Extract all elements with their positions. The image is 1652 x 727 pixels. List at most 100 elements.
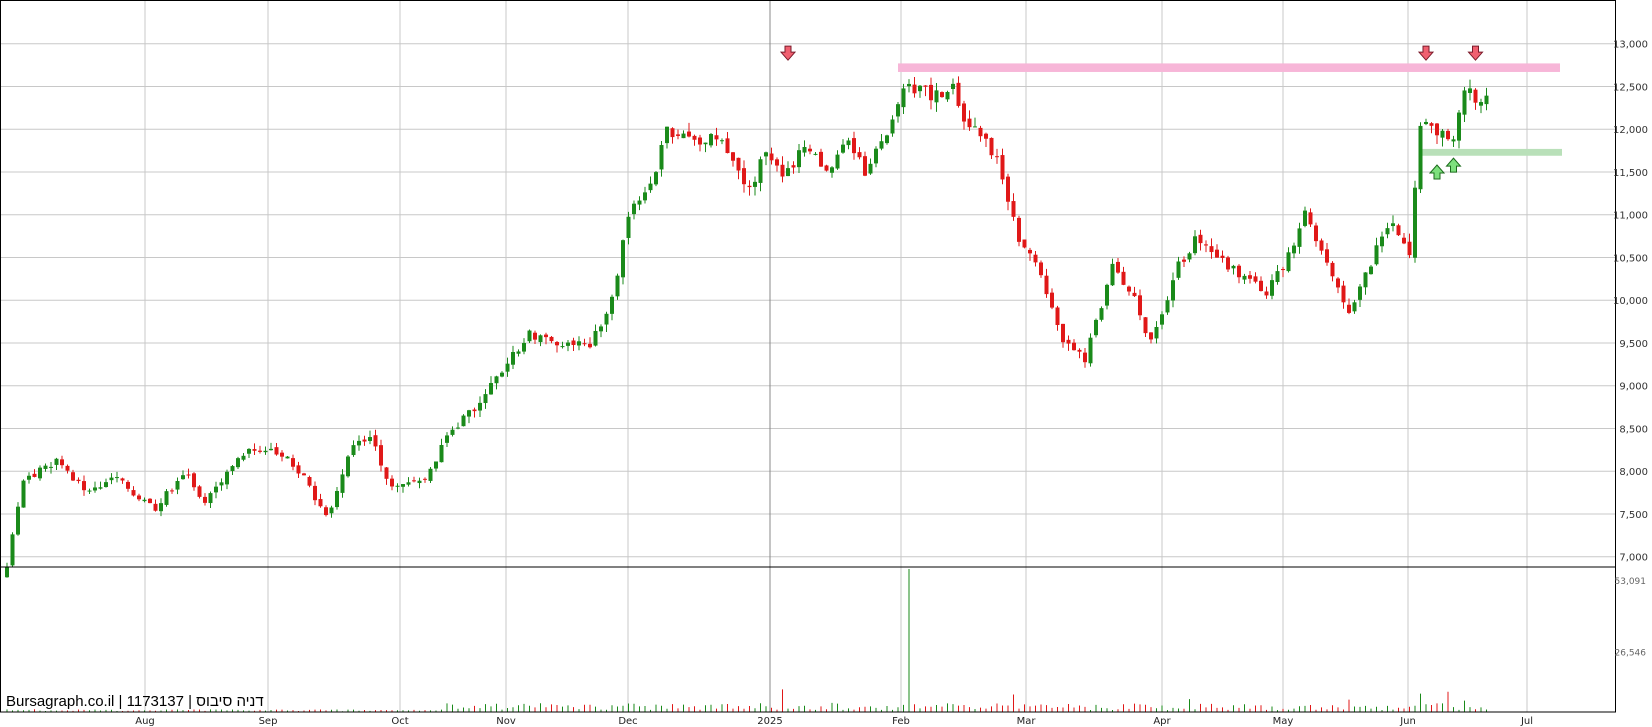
x-tick-label: Jul xyxy=(1520,716,1533,727)
candle-body xyxy=(885,135,889,144)
candle-body xyxy=(1132,292,1137,297)
candle-body xyxy=(984,133,988,139)
candle-body xyxy=(1325,249,1329,263)
y-tick-label: 10,000 xyxy=(1613,296,1648,307)
candle-body xyxy=(494,376,499,384)
candle-body xyxy=(247,448,251,454)
candle-body xyxy=(890,119,895,134)
candle-body xyxy=(461,415,466,427)
candle-body xyxy=(676,134,680,136)
candle-body xyxy=(131,490,136,496)
candle-body xyxy=(307,477,312,486)
candle-body xyxy=(38,467,42,479)
candle-body xyxy=(1110,263,1115,286)
x-tick-label: Nov xyxy=(496,716,516,727)
candle-body xyxy=(621,240,625,278)
candle-body xyxy=(236,458,240,468)
candle-body xyxy=(1407,241,1412,256)
candle-body xyxy=(615,275,620,297)
candle-body xyxy=(951,83,955,89)
candle-body xyxy=(901,88,906,108)
candle-body xyxy=(1462,90,1467,115)
candle-body xyxy=(225,471,229,485)
candle-body xyxy=(1061,323,1065,343)
candle-body xyxy=(687,131,691,137)
candle-body xyxy=(362,439,367,442)
candle-body xyxy=(1237,265,1241,278)
candle-body xyxy=(1347,304,1351,313)
candle-body xyxy=(1116,261,1120,273)
candle-body xyxy=(208,493,213,504)
candle-body xyxy=(1033,254,1038,263)
candle-body xyxy=(54,458,59,465)
candle-body xyxy=(368,437,372,441)
candle-body xyxy=(483,394,488,404)
candle-body xyxy=(1314,225,1318,242)
candle-body xyxy=(1424,121,1428,125)
candle-body xyxy=(571,340,576,345)
y-tick-label: 11,500 xyxy=(1613,168,1648,179)
candle-body xyxy=(989,137,994,156)
candle-body xyxy=(1451,139,1456,142)
candle-body xyxy=(395,485,400,487)
x-tick-label: Aug xyxy=(135,716,155,727)
candle-body xyxy=(753,181,757,187)
candle-body xyxy=(1006,176,1010,202)
candle-body xyxy=(659,145,664,170)
candle-body xyxy=(780,164,785,177)
candle-body xyxy=(1248,275,1252,279)
candle-body xyxy=(681,133,686,139)
candle-body xyxy=(258,450,262,452)
candle-body xyxy=(186,474,191,476)
candle-body xyxy=(175,481,180,490)
candle-body xyxy=(538,335,543,343)
candle-body xyxy=(505,363,510,372)
candle-body xyxy=(566,342,570,346)
candle-body xyxy=(445,435,449,443)
candle-body xyxy=(428,468,433,481)
candle-body xyxy=(1374,245,1379,265)
candle-body xyxy=(115,477,119,479)
candle-body xyxy=(516,351,521,354)
candle-body xyxy=(456,427,460,429)
candle-body xyxy=(1275,271,1280,283)
candle-body xyxy=(302,473,306,476)
y-tick-label: 8,500 xyxy=(1619,424,1648,435)
candle-body xyxy=(643,192,647,201)
candle-body xyxy=(1028,249,1032,254)
candle-body xyxy=(390,478,394,487)
candle-body xyxy=(769,153,774,161)
candle-body xyxy=(1105,284,1109,306)
y-tick-label: 12,500 xyxy=(1613,82,1648,93)
candle-body xyxy=(758,159,763,183)
candle-body xyxy=(467,410,471,417)
candle-body xyxy=(604,313,609,325)
candle-body xyxy=(49,466,53,468)
candle-body xyxy=(1094,319,1098,336)
candle-body xyxy=(1479,102,1483,106)
candle-body xyxy=(1231,265,1236,269)
candle-body xyxy=(21,480,26,508)
candle-body xyxy=(401,484,405,487)
candle-body xyxy=(164,491,169,505)
candle-body xyxy=(731,152,735,161)
x-tick-label: Feb xyxy=(892,716,910,727)
candle-body xyxy=(720,140,724,142)
y-tick-label: 7,500 xyxy=(1619,510,1648,521)
candle-body xyxy=(907,83,911,87)
candle-body xyxy=(511,352,515,365)
candle-body xyxy=(126,481,130,489)
candle-body xyxy=(648,183,653,191)
candle-body xyxy=(703,142,708,145)
candle-body xyxy=(109,477,114,481)
candle-body xyxy=(1396,225,1401,236)
candle-body xyxy=(472,409,477,412)
x-tick-label: Jun xyxy=(1399,716,1416,727)
candle-body xyxy=(318,499,323,507)
candle-body xyxy=(1077,349,1082,352)
x-tick-label: Apr xyxy=(1153,716,1171,727)
candle-body xyxy=(940,92,944,98)
candle-body xyxy=(1413,187,1417,258)
candle-body xyxy=(560,346,565,348)
candle-body xyxy=(923,85,928,87)
